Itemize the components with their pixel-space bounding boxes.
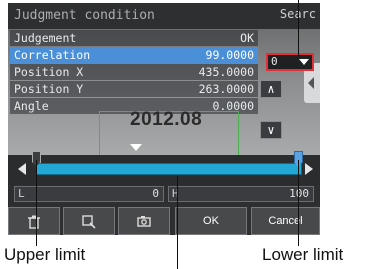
slider-leader-line xyxy=(177,176,178,269)
upper-limit-field[interactable]: H 100 xyxy=(168,186,314,202)
scroll-down-button[interactable]: ∨ xyxy=(260,121,282,139)
toolbar: OK Cancel xyxy=(8,207,320,235)
ok-button[interactable]: OK xyxy=(175,207,247,235)
device-screen: Judgment condition Searc Judgement OK Co… xyxy=(8,3,320,235)
header-label: Judgement xyxy=(14,31,77,45)
upper-value: 100 xyxy=(289,187,309,200)
camera-button[interactable] xyxy=(118,207,170,235)
row-label: Angle xyxy=(14,99,49,113)
camera-icon xyxy=(137,216,151,227)
dropdown-value: 0 xyxy=(271,55,278,68)
row-label: Position Y xyxy=(14,82,84,96)
list-item-position-y[interactable]: Position Y 263.0000 xyxy=(10,81,258,97)
lower-value: 0 xyxy=(152,187,159,200)
zoom-icon xyxy=(82,215,96,229)
slider-left-arrow-icon[interactable] xyxy=(18,163,26,175)
window-title: Judgment condition xyxy=(14,8,155,23)
cancel-button[interactable]: Cancel xyxy=(251,207,320,235)
zoom-button[interactable] xyxy=(63,207,115,235)
row-value: 99.0000 xyxy=(205,48,254,62)
upper-limit-callout: Upper limit xyxy=(4,245,86,264)
trash-icon xyxy=(28,215,40,229)
scroll-up-button[interactable]: ∧ xyxy=(260,80,282,98)
header-value: OK xyxy=(240,31,254,45)
list-header: Judgement OK xyxy=(10,30,258,46)
image-timestamp: 2012.08 xyxy=(130,109,203,130)
position-marker xyxy=(130,144,142,151)
title-bar: Judgment condition xyxy=(8,3,320,29)
lower-tag: L xyxy=(18,187,25,200)
list-item-position-x[interactable]: Position X 435.0000 xyxy=(10,64,258,80)
lower-limit-leader-line xyxy=(298,160,299,246)
dropdown-leader-line xyxy=(298,0,299,56)
list-item-correlation[interactable]: Correlation 99.0000 xyxy=(10,47,258,63)
upper-limit-leader-line xyxy=(36,160,37,246)
row-label: Position X xyxy=(14,65,84,79)
chevron-down-icon xyxy=(299,59,309,65)
judgement-dropdown[interactable]: 0 xyxy=(266,53,314,71)
range-slider-track[interactable] xyxy=(36,163,302,175)
lower-limit-callout: Lower limit xyxy=(262,245,344,264)
row-label: Correlation xyxy=(14,48,91,62)
row-value: 263.0000 xyxy=(198,82,254,96)
row-value: 435.0000 xyxy=(198,65,254,79)
slider-right-arrow-icon[interactable] xyxy=(305,163,313,175)
delete-button[interactable] xyxy=(8,207,60,235)
